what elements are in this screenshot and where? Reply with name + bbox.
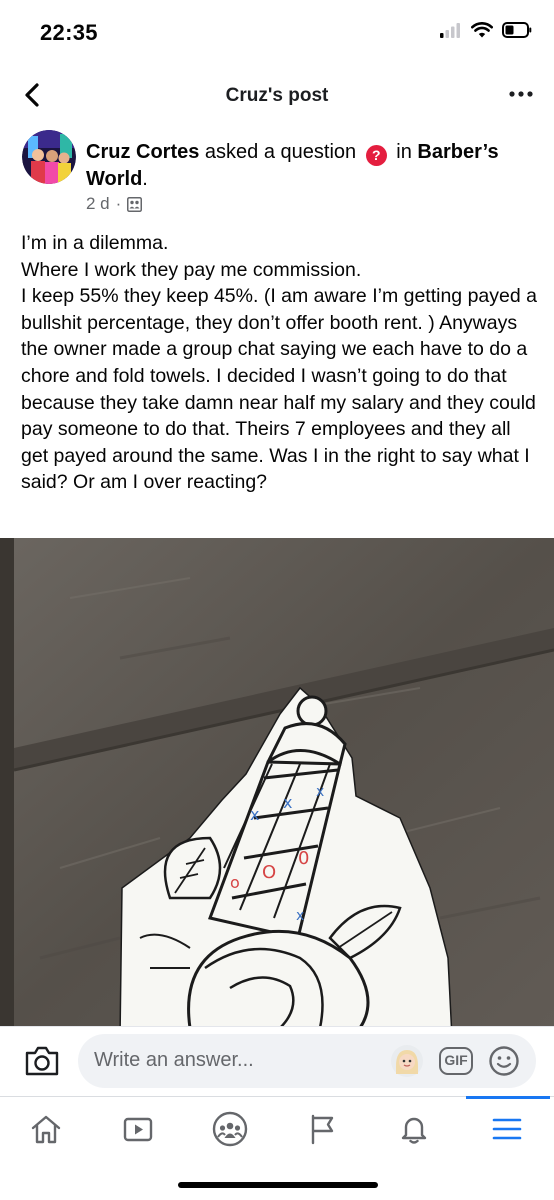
in-text: in (396, 141, 412, 163)
post-meta: 2 d · (86, 194, 143, 214)
post-body-paragraph: I keep 55% they keep 45%. (I am aware I’… (21, 285, 537, 494)
home-indicator[interactable] (178, 1182, 378, 1188)
svg-text:0: 0 (298, 848, 309, 869)
svg-text:o: o (230, 873, 240, 892)
nav-watch[interactable] (114, 1109, 162, 1149)
nav-active-indicator (466, 1096, 550, 1099)
post-body-line-1: I’m in a dilemma. (21, 232, 169, 254)
answer-placeholder: Write an answer... (94, 1049, 254, 1071)
status-icons (440, 22, 532, 38)
nav-menu[interactable] (483, 1109, 531, 1149)
status-time: 22:35 (40, 20, 98, 45)
author-name[interactable]: Cruz Cortes (86, 141, 199, 163)
battery-icon (502, 22, 532, 38)
avatar[interactable] (22, 130, 76, 184)
cellular-signal-icon (440, 23, 460, 38)
notifications-bell-icon (401, 1117, 427, 1144)
pages-flag-icon (311, 1114, 334, 1145)
answer-input[interactable]: Write an answer... GIF (78, 1034, 536, 1088)
svg-text:x: x (250, 805, 259, 824)
wifi-icon (471, 22, 493, 38)
gif-button[interactable]: GIF (439, 1047, 473, 1075)
bottom-nav (0, 1096, 554, 1166)
more-horizontal-icon[interactable] (508, 84, 534, 104)
status-bar: 22:35 (0, 0, 554, 64)
svg-text:O: O (262, 862, 276, 883)
post-header: Cruz's post (0, 72, 554, 122)
svg-text:x: x (283, 793, 292, 812)
question-icon: ? (365, 145, 387, 166)
watch-icon (123, 1117, 153, 1142)
svg-text:x: x (296, 908, 304, 924)
post-time[interactable]: 2 d (86, 194, 110, 214)
emoji-icon[interactable] (488, 1045, 520, 1077)
post-author-row: Cruz Cortes asked a question ? in Barber… (22, 130, 534, 220)
page-title: Cruz's post (225, 85, 329, 106)
post-action-text: asked a question (204, 141, 357, 163)
nav-groups[interactable] (206, 1109, 254, 1149)
nav-pages[interactable] (298, 1109, 346, 1149)
comment-bar: Write an answer... GIF (0, 1026, 554, 1096)
home-icon (31, 1115, 61, 1144)
camera-icon[interactable] (24, 1044, 60, 1078)
sentence-end: . (142, 168, 148, 190)
nav-notifications[interactable] (390, 1109, 438, 1149)
groups-icon (212, 1111, 248, 1147)
nav-home[interactable] (22, 1109, 70, 1149)
avatar-sticker-icon[interactable] (390, 1044, 424, 1078)
post-photo[interactable]: x x x o O 0 x (0, 538, 554, 1028)
post-author-line: Cruz Cortes asked a question ? in Barber… (86, 139, 526, 193)
meta-separator: · (115, 194, 122, 213)
post-body: I’m in a dilemma. Where I work they pay … (21, 230, 537, 496)
group-members-icon (127, 196, 143, 212)
svg-text:x: x (316, 784, 324, 800)
post-body-line-2: Where I work they pay me commission. (21, 258, 362, 281)
menu-icon (492, 1118, 522, 1140)
